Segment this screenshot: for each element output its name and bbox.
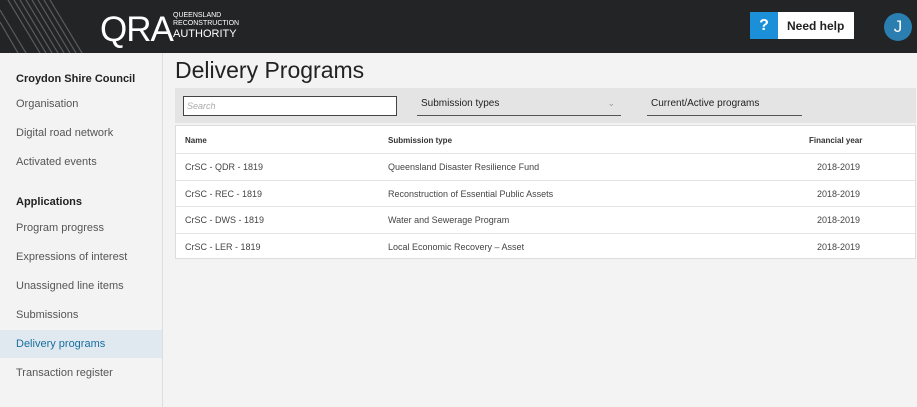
column-header-name[interactable]: Name — [185, 136, 207, 145]
sidebar-item-digital-road-network[interactable]: Digital road network — [0, 119, 162, 147]
sidebar-applications-title: Applications — [16, 196, 83, 208]
column-header-submission-type[interactable]: Submission type — [388, 136, 452, 145]
sidebar-item-delivery-programs[interactable]: Delivery programs — [0, 330, 162, 358]
sidebar-item-label: Unassigned line items — [16, 280, 124, 292]
cell-name: CrSC - REC - 1819 — [185, 189, 263, 199]
sidebar-item-expressions-of-interest[interactable]: Expressions of interest — [0, 243, 162, 271]
table-row[interactable]: CrSC - LER - 1819 Local Economic Recover… — [176, 233, 915, 261]
cell-submission-type: Local Economic Recovery – Asset — [388, 242, 525, 252]
cell-submission-type: Reconstruction of Essential Public Asset… — [388, 189, 554, 199]
submission-types-dropdown[interactable]: Submission types ⌄ — [417, 96, 621, 116]
table-row[interactable]: CrSC - QDR - 1819 Queensland Disaster Re… — [176, 153, 915, 181]
logo-stripes-graphic — [0, 0, 83, 53]
sidebar-item-activated-events[interactable]: Activated events — [0, 148, 162, 176]
column-header-financial-year[interactable]: Financial year — [809, 136, 862, 145]
table-row[interactable]: CrSC - DWS - 1819 Water and Sewerage Pro… — [176, 206, 915, 234]
sidebar-item-transaction-register[interactable]: Transaction register — [0, 359, 162, 387]
sidebar-item-submissions[interactable]: Submissions — [0, 301, 162, 329]
cell-name: CrSC - QDR - 1819 — [185, 162, 264, 172]
cell-financial-year: 2018-2019 — [817, 215, 861, 225]
chevron-down-icon: ⌄ — [607, 98, 615, 108]
current-active-programs-dropdown[interactable]: Current/Active programs — [647, 96, 802, 116]
sidebar-council-title: Croydon Shire Council — [16, 73, 136, 85]
sidebar-item-label: Digital road network — [16, 127, 114, 139]
user-avatar[interactable]: J — [884, 13, 912, 41]
cell-submission-type: Queensland Disaster Resilience Fund — [388, 162, 540, 172]
sidebar-item-label: Transaction register — [16, 367, 113, 379]
cell-financial-year: 2018-2019 — [817, 189, 861, 199]
search-input[interactable]: Search — [183, 96, 397, 116]
need-help-label: Need help — [787, 18, 845, 33]
sidebar-item-label: Program progress — [16, 222, 105, 234]
cell-submission-type: Water and Sewerage Program — [388, 215, 510, 225]
page-title: Delivery Programs — [175, 57, 365, 83]
sidebar-item-label: Submissions — [16, 309, 79, 321]
logo-line-queensland: QUEENSLAND — [173, 12, 222, 19]
logo-line-reconstruction: RECONSTRUCTION — [173, 20, 240, 27]
sidebar-item-organisation[interactable]: Organisation — [0, 90, 162, 118]
cell-name: CrSC - DWS - 1819 — [185, 215, 265, 225]
top-bar: QRA QUEENSLAND RECONSTRUCTION AUTHORITY … — [0, 0, 917, 53]
table-row[interactable]: CrSC - REC - 1819 Reconstruction of Esse… — [176, 180, 915, 208]
delivery-programs-table: Name Submission type Financial year CrSC… — [175, 125, 916, 259]
logo-qra[interactable]: QRA — [100, 10, 174, 50]
sidebar: Croydon Shire Council Organisation Digit… — [0, 53, 163, 407]
sidebar-item-unassigned-line-items[interactable]: Unassigned line items — [0, 272, 162, 300]
cell-financial-year: 2018-2019 — [817, 162, 861, 172]
sidebar-item-label: Activated events — [16, 156, 97, 168]
cell-financial-year: 2018-2019 — [817, 242, 861, 252]
sidebar-item-label: Expressions of interest — [16, 251, 128, 263]
help-icon: ? — [750, 12, 778, 39]
sidebar-item-program-progress[interactable]: Program progress — [0, 214, 162, 242]
current-active-programs-label: Current/Active programs — [651, 98, 760, 109]
need-help-button[interactable]: ? Need help — [750, 12, 854, 39]
cell-name: CrSC - LER - 1819 — [185, 242, 261, 252]
logo-line-authority: AUTHORITY — [173, 28, 237, 40]
logo-subtitle: QUEENSLAND RECONSTRUCTION AUTHORITY — [173, 12, 239, 40]
submission-types-label: Submission types — [421, 98, 500, 109]
sidebar-item-label: Delivery programs — [16, 338, 106, 350]
sidebar-item-label: Organisation — [16, 98, 79, 110]
